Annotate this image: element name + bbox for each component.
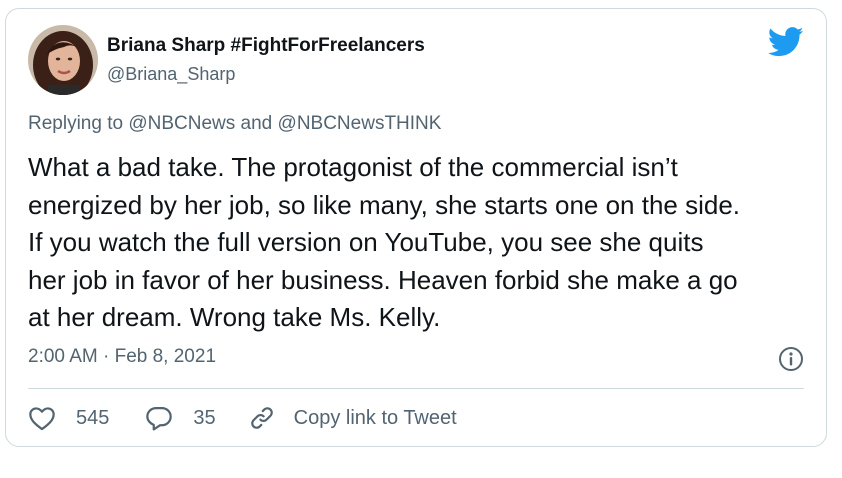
- mention-nbcnews[interactable]: @NBCNews: [128, 113, 235, 134]
- user-handle[interactable]: @Briana_Sharp: [107, 64, 235, 85]
- tweet-text: What a bad take. The protagonist of the …: [28, 152, 741, 332]
- heart-icon: [28, 405, 56, 431]
- reply-count: 35: [193, 406, 216, 429]
- info-icon[interactable]: [778, 346, 804, 372]
- action-bar: 545 35 Copy link to Tweet: [28, 403, 457, 433]
- reply-joiner: and: [235, 113, 278, 134]
- reply-button[interactable]: 35: [145, 405, 216, 431]
- twitter-bird-icon[interactable]: [767, 27, 804, 57]
- avatar[interactable]: [28, 25, 98, 95]
- like-button[interactable]: 545: [28, 405, 109, 431]
- reply-context: Replying to @NBCNews and @NBCNewsTHINK: [28, 113, 441, 135]
- reply-bubble-icon: [145, 405, 173, 431]
- mention-nbcnewsthink[interactable]: @NBCNewsTHINK: [278, 113, 442, 134]
- display-name[interactable]: Briana Sharp #FightForFreelancers: [107, 35, 425, 57]
- tweet-card: Briana Sharp #FightForFreelancers @Brian…: [5, 8, 827, 447]
- divider: [28, 388, 804, 389]
- reply-prefix: Replying to: [28, 113, 129, 134]
- link-icon: [248, 405, 276, 431]
- like-count: 545: [76, 406, 110, 429]
- copy-link-button[interactable]: Copy link to Tweet: [248, 405, 457, 431]
- copy-link-label: Copy link to Tweet: [293, 406, 457, 429]
- tweet-timestamp[interactable]: 2:00 AM · Feb 8, 2021: [28, 346, 216, 368]
